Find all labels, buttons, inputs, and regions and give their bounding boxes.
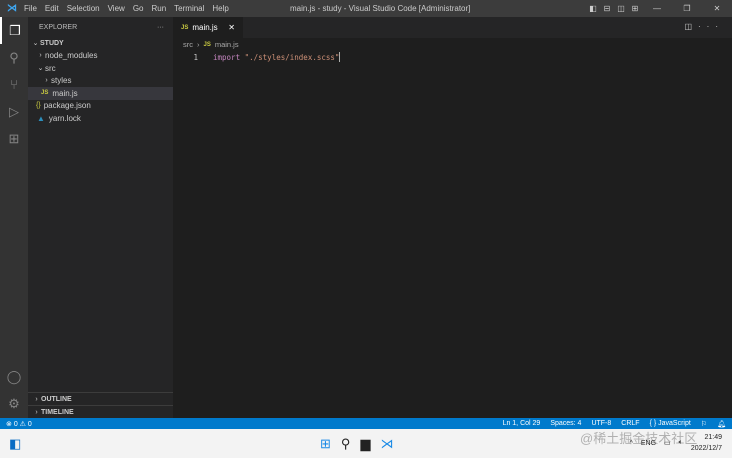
js-file-icon: JS	[203, 41, 211, 48]
chevron-right-icon: ›	[197, 40, 200, 49]
text-cursor	[339, 52, 341, 62]
menu-bar: File Edit Selection View Go Run Terminal Help	[24, 4, 237, 13]
chevron-right-icon: ›	[45, 77, 48, 85]
toggle-panel-icon[interactable]: ⊟	[600, 4, 614, 13]
activity-bar: ❐ ⚲ ⑂ ▷ ⊞ ◯ ⚙	[0, 17, 28, 418]
split-editor-icon[interactable]: ◫	[684, 22, 698, 31]
breadcrumb: src › JS main.js	[173, 38, 732, 51]
file-main-js[interactable]: JS main.js	[28, 87, 173, 100]
breadcrumb-src[interactable]: src	[183, 40, 193, 49]
toggle-sidebar-icon[interactable]: ◧	[586, 4, 600, 13]
search-icon[interactable]: ⚲	[341, 436, 351, 452]
close-tab-icon[interactable]: ✕	[228, 23, 235, 32]
line-number: 1	[193, 52, 198, 62]
chevron-right-icon: ›	[35, 408, 38, 416]
line-ending[interactable]: CRLF	[621, 420, 639, 428]
settings-gear-icon[interactable]: ⚙	[0, 390, 28, 417]
menu-go[interactable]: Go	[133, 4, 144, 13]
title-bar: ⋊ File Edit Selection View Go Run Terminal Help…	[0, 0, 732, 17]
chevron-right-icon: ›	[35, 395, 38, 403]
js-file-icon: JS	[41, 90, 49, 97]
folder-study[interactable]: ⌄ STUDY	[28, 37, 173, 50]
editor-more-icon[interactable]: ···	[698, 22, 724, 31]
explorer-icon[interactable]: ❐	[0, 17, 28, 44]
folder-src[interactable]: ⌄ src	[28, 62, 173, 75]
menu-view[interactable]: View	[108, 4, 125, 13]
file-package-json[interactable]: {} package.json	[28, 100, 173, 113]
minimize-button[interactable]: —	[642, 4, 672, 13]
watermark: @稀土掘金技术社区	[580, 431, 698, 446]
problems-indicator[interactable]: ⊗ 0 ⚠ 0	[6, 420, 32, 428]
menu-run[interactable]: Run	[151, 4, 166, 13]
menu-help[interactable]: Help	[212, 4, 228, 13]
yarn-file-icon: ▲	[37, 113, 45, 123]
code-string: "./styles/index.scss"	[244, 52, 340, 62]
explorer-title: EXPLORER	[39, 23, 78, 31]
outline-section[interactable]: › OUTLINE	[28, 392, 173, 405]
window-title: main.js - study - Visual Studio Code [Ad…	[290, 4, 471, 13]
folder-styles[interactable]: › styles	[28, 75, 173, 88]
notifications-icon[interactable]: 🔔︎	[717, 420, 726, 428]
explorer-sidebar: EXPLORER ··· ⌄ STUDY › node_modules ⌄ src › s…	[28, 17, 173, 418]
tab-main-js[interactable]: JS main.js ✕	[173, 17, 243, 38]
run-debug-icon[interactable]: ▷	[0, 98, 28, 125]
menu-terminal[interactable]: Terminal	[174, 4, 204, 13]
error-count: 0	[13, 420, 18, 428]
source-control-icon[interactable]: ⑂	[0, 71, 28, 98]
indentation[interactable]: Spaces: 4	[550, 420, 581, 428]
account-icon[interactable]: ◯	[0, 363, 28, 390]
toggle-secondary-sidebar-icon[interactable]: ◫	[614, 4, 628, 13]
file-explorer-icon[interactable]: ▆	[360, 436, 370, 452]
search-icon[interactable]: ⚲	[0, 44, 28, 71]
more-actions-icon[interactable]: ···	[157, 24, 164, 31]
vscode-logo-icon: ⋊	[7, 3, 17, 14]
feedback-icon[interactable]: ⚐	[701, 420, 707, 428]
vscode-taskbar-icon[interactable]: ⋊	[380, 436, 393, 452]
close-button[interactable]: ✕	[702, 4, 732, 13]
js-file-icon: JS	[181, 24, 189, 31]
timeline-section[interactable]: › TIMELINE	[28, 405, 173, 418]
encoding[interactable]: UTF-8	[591, 420, 611, 428]
start-icon[interactable]: ⊞	[320, 436, 331, 452]
chevron-right-icon: ›	[39, 52, 42, 60]
chevron-down-icon: ⌄	[32, 40, 39, 48]
file-yarn-lock[interactable]: ▲ yarn.lock	[28, 112, 173, 125]
language-mode[interactable]: { } JavaScript	[650, 420, 691, 428]
editor-area: JS main.js ✕ ◫··· src › JS main.js 1 import "…	[173, 17, 732, 418]
menu-selection[interactable]: Selection	[67, 4, 100, 13]
code-line[interactable]: 1 import "./styles/index.scss"	[173, 51, 732, 63]
warning-count: 0	[27, 420, 32, 428]
customize-layout-icon[interactable]: ⊞	[628, 4, 642, 13]
code-keyword: import	[213, 52, 241, 62]
extensions-icon[interactable]: ⊞	[0, 125, 28, 152]
widgets-icon[interactable]: ◧	[9, 436, 21, 452]
menu-file[interactable]: File	[24, 4, 37, 13]
menu-edit[interactable]: Edit	[45, 4, 59, 13]
restore-button[interactable]: ❐	[672, 4, 702, 13]
chevron-down-icon: ⌄	[37, 65, 44, 73]
cursor-position[interactable]: Ln 1, Col 29	[503, 420, 541, 428]
breadcrumb-main-js[interactable]: main.js	[215, 40, 239, 49]
json-file-icon: {}	[36, 102, 41, 110]
folder-node-modules[interactable]: › node_modules	[28, 50, 173, 63]
